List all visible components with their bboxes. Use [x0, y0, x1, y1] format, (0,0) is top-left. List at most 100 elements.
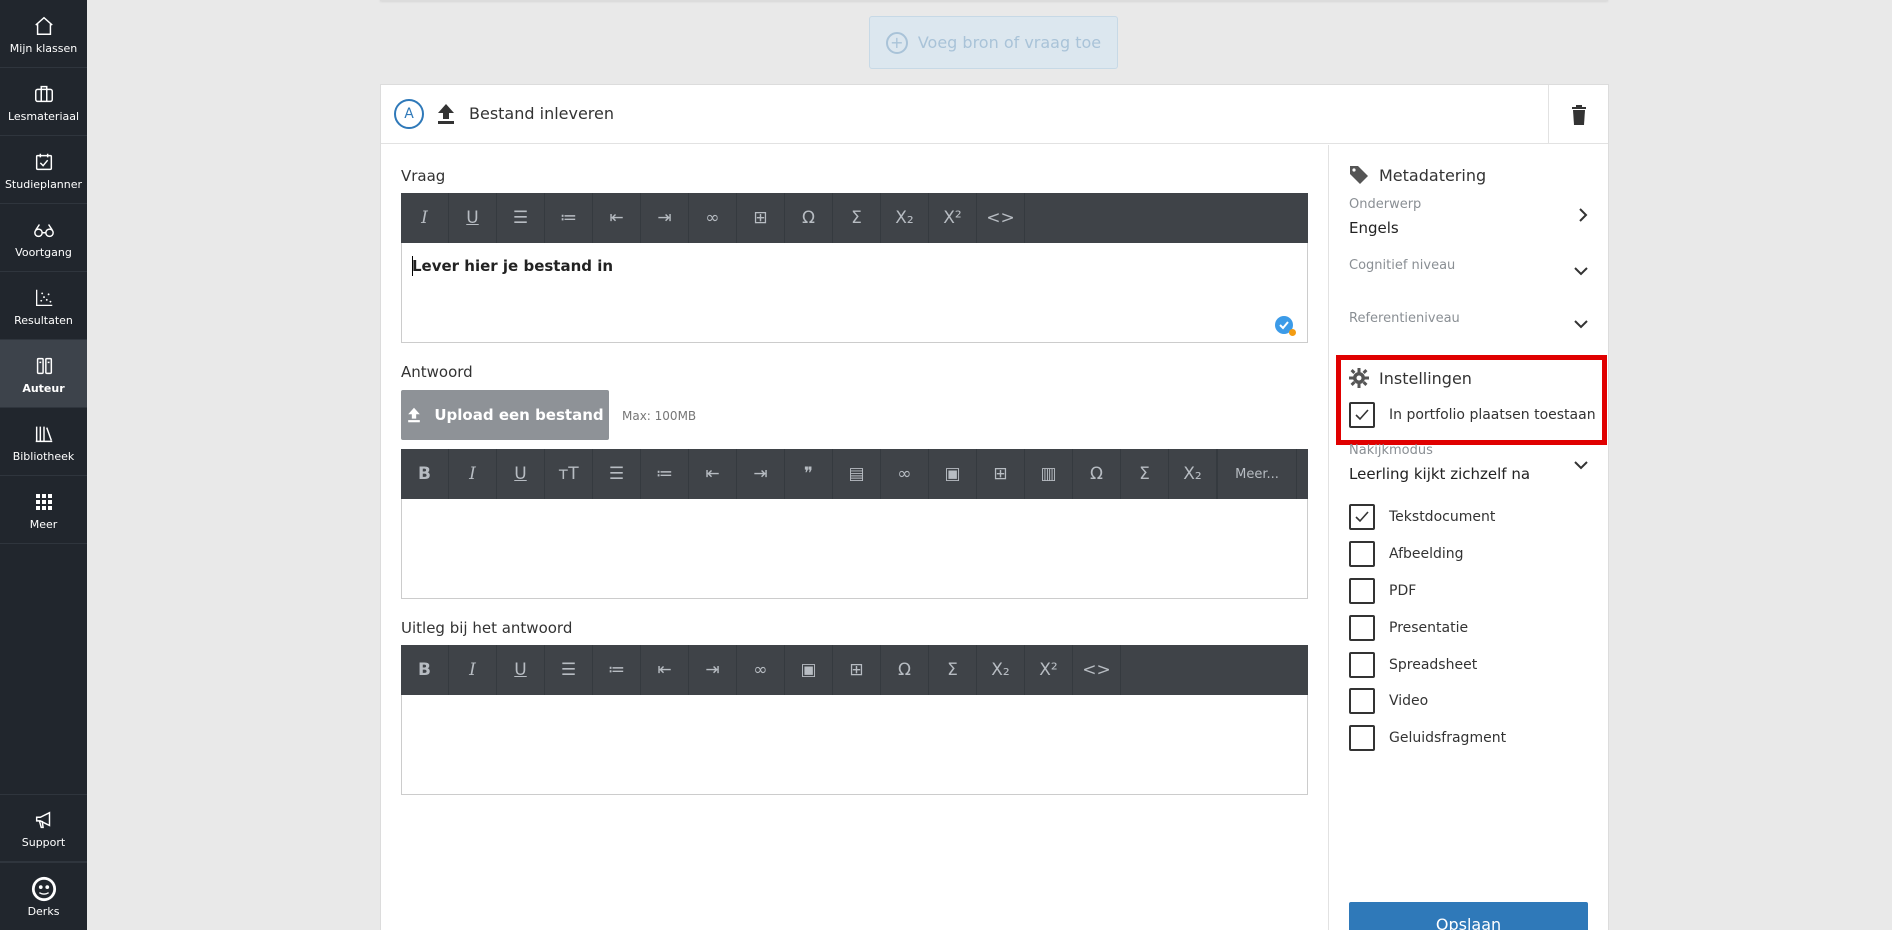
- user-profile[interactable]: Derks: [0, 862, 87, 930]
- sidebar-item-resultaten[interactable]: Resultaten: [0, 272, 87, 340]
- chevron-down-icon[interactable]: [1573, 315, 1589, 334]
- indent-icon[interactable]: ⇥: [689, 645, 737, 695]
- superscript-icon[interactable]: X²: [1025, 645, 1073, 695]
- underline-icon[interactable]: U: [497, 449, 545, 499]
- library-icon: [31, 421, 57, 447]
- sidebar-item-label: Mijn klassen: [9, 41, 78, 55]
- question-letter-badge: A: [394, 99, 424, 129]
- chevron-down-icon[interactable]: [1573, 456, 1589, 475]
- card-title: Bestand inleveren: [469, 104, 615, 123]
- question-editor[interactable]: Lever hier je bestand in: [401, 243, 1308, 343]
- filetype-label: Spreadsheet: [1389, 657, 1478, 673]
- sidebar-item-lesmateriaal[interactable]: Lesmateriaal: [0, 68, 87, 136]
- subscript-icon[interactable]: X₂: [881, 193, 929, 243]
- sidebar-item-auteur[interactable]: Auteur: [0, 340, 87, 408]
- filetype-label: Tekstdocument: [1389, 509, 1496, 525]
- save-button[interactable]: Opslaan: [1349, 902, 1588, 930]
- special-char-icon[interactable]: Ω: [1073, 449, 1121, 499]
- numbered-list-icon[interactable]: ≔: [641, 449, 689, 499]
- formula-icon[interactable]: Σ: [1121, 449, 1169, 499]
- image-icon[interactable]: ▣: [785, 645, 833, 695]
- sidebar-item-studieplanner[interactable]: Studieplanner: [0, 136, 87, 204]
- answer-toolbar: B I U тT ☰ ≔ ⇤ ⇥ ❞ ▤ ∞ ▣ ⊞ ▥ Ω Σ X₂ Meer…: [401, 449, 1308, 499]
- sidebar-item-meer[interactable]: Meer: [0, 476, 87, 544]
- table-icon[interactable]: ⊞: [737, 193, 785, 243]
- italic-icon[interactable]: I: [401, 193, 449, 243]
- upload-file-button[interactable]: Upload een bestand: [401, 390, 609, 440]
- more-tools-button[interactable]: Meer...: [1217, 449, 1297, 499]
- italic-icon[interactable]: I: [449, 645, 497, 695]
- delete-button[interactable]: [1548, 85, 1608, 144]
- special-char-icon[interactable]: Ω: [785, 193, 833, 243]
- portfolio-checkbox[interactable]: [1349, 402, 1375, 428]
- link-icon[interactable]: ∞: [689, 193, 737, 243]
- bold-icon[interactable]: B: [401, 449, 449, 499]
- answer-editor[interactable]: [401, 499, 1308, 599]
- sidebar-item-label: Lesmateriaal: [7, 109, 80, 123]
- table-icon[interactable]: ⊞: [977, 449, 1025, 499]
- outdent-icon[interactable]: ⇤: [593, 193, 641, 243]
- upload-button-label: Upload een bestand: [434, 406, 604, 424]
- subscript-icon[interactable]: X₂: [977, 645, 1025, 695]
- sidebar-item-voortgang[interactable]: Voortgang: [0, 204, 87, 272]
- superscript-icon[interactable]: X²: [929, 193, 977, 243]
- underline-icon[interactable]: U: [497, 645, 545, 695]
- filetype-checkbox[interactable]: [1349, 652, 1375, 678]
- code-icon[interactable]: <>: [1073, 645, 1121, 695]
- underline-icon[interactable]: U: [449, 193, 497, 243]
- filetype-row-presentatie: Presentatie: [1349, 615, 1468, 641]
- sidebar-item-bibliotheek[interactable]: Bibliotheek: [0, 408, 87, 476]
- avatar: [31, 876, 57, 902]
- table-icon[interactable]: ⊞: [833, 645, 881, 695]
- spellcheck-icon[interactable]: [1275, 316, 1296, 336]
- grading-mode-value[interactable]: Leerling kijkt zichzelf na: [1349, 465, 1530, 483]
- numbered-list-icon[interactable]: ≔: [545, 193, 593, 243]
- special-char-icon[interactable]: Ω: [881, 645, 929, 695]
- grid-icon: [31, 489, 57, 515]
- portfolio-checkbox-row: In portfolio plaatsen toestaan: [1349, 402, 1596, 428]
- formula-icon[interactable]: Σ: [929, 645, 977, 695]
- chevron-down-icon[interactable]: [1573, 262, 1589, 281]
- filetype-checkbox[interactable]: [1349, 725, 1375, 751]
- sidebar-item-mijn-klassen[interactable]: Mijn klassen: [0, 0, 87, 68]
- filetype-checkbox[interactable]: [1349, 615, 1375, 641]
- bold-icon[interactable]: B: [401, 645, 449, 695]
- explanation-toolbar: B I U ☰ ≔ ⇤ ⇥ ∞ ▣ ⊞ Ω Σ X₂ X² <>: [401, 645, 1308, 695]
- image-icon[interactable]: ▣: [929, 449, 977, 499]
- filetype-label: Geluidsfragment: [1389, 730, 1507, 746]
- indent-icon[interactable]: ⇥: [641, 193, 689, 243]
- italic-icon[interactable]: I: [449, 449, 497, 499]
- filetype-label: PDF: [1389, 583, 1417, 599]
- code-icon[interactable]: <>: [977, 193, 1025, 243]
- filetype-checkbox[interactable]: [1349, 578, 1375, 604]
- filetype-label: Presentatie: [1389, 620, 1469, 636]
- question-card: A Bestand inleveren Vraag I U ☰ ≔ ⇤ ⇥ ∞ …: [380, 84, 1609, 930]
- formula-icon[interactable]: Σ: [833, 193, 881, 243]
- glasses-icon: [31, 217, 57, 243]
- bullet-list-icon[interactable]: ☰: [497, 193, 545, 243]
- add-source-or-question-button[interactable]: + Voeg bron of vraag toe: [869, 16, 1118, 69]
- bullet-list-icon[interactable]: ☰: [593, 449, 641, 499]
- sidebar-item-support[interactable]: Support: [0, 794, 87, 862]
- font-size-icon[interactable]: тT: [545, 449, 593, 499]
- filetype-row-afbeelding: Afbeelding: [1349, 541, 1464, 567]
- filetype-checkbox[interactable]: [1349, 504, 1375, 530]
- numbered-list-icon[interactable]: ≔: [593, 645, 641, 695]
- columns-icon[interactable]: ▥: [1025, 449, 1073, 499]
- outdent-icon[interactable]: ⇤: [689, 449, 737, 499]
- sidebar-item-label: Resultaten: [14, 313, 73, 327]
- outdent-icon[interactable]: ⇤: [641, 645, 689, 695]
- link-icon[interactable]: ∞: [881, 449, 929, 499]
- indent-icon[interactable]: ⇥: [737, 449, 785, 499]
- max-size-label: Max: 100MB: [622, 409, 697, 423]
- explanation-editor[interactable]: [401, 695, 1308, 795]
- subscript-icon[interactable]: X₂: [1169, 449, 1217, 499]
- link-icon[interactable]: ∞: [737, 645, 785, 695]
- filetype-checkbox[interactable]: [1349, 541, 1375, 567]
- bullet-list-icon[interactable]: ☰: [545, 645, 593, 695]
- filetype-row-geluidsfragment: Geluidsfragment: [1349, 725, 1506, 751]
- chevron-right-icon[interactable]: [1577, 207, 1589, 227]
- filetype-checkbox[interactable]: [1349, 688, 1375, 714]
- quote-icon[interactable]: ❞: [785, 449, 833, 499]
- comment-icon[interactable]: ▤: [833, 449, 881, 499]
